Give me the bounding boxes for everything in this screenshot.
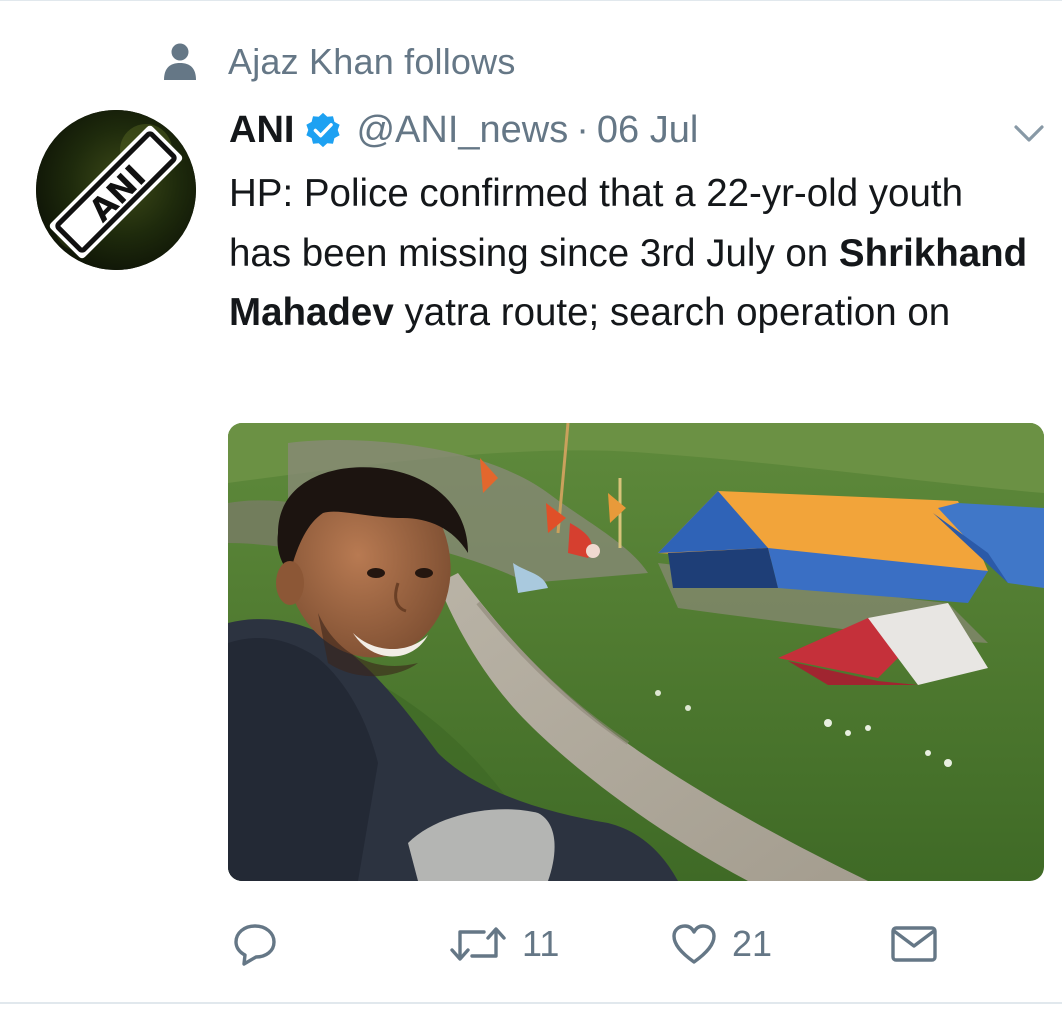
author-name[interactable]: ANI [229,109,294,152]
ani-logo: ANI [36,110,196,270]
retweet-button[interactable]: 11 [448,918,559,970]
tweet-text-part-2: yatra route; search operation on [393,291,951,334]
tweet-photo[interactable] [228,423,1044,881]
tweet-date[interactable]: 06 Jul [597,109,698,152]
social-context-label: Ajaz Khan follows [228,41,516,82]
reply-button[interactable] [232,918,278,970]
tweet-text: HP: Police confirmed that a 22-yr-old yo… [229,164,1029,343]
like-count: 21 [732,923,773,964]
author-handle[interactable]: @ANI_news [356,109,568,152]
heart-icon [672,924,716,964]
top-divider [0,0,1062,1]
direct-message-button[interactable] [890,918,938,970]
social-context: Ajaz Khan follows [162,38,516,86]
retweet-icon [450,927,506,961]
bottom-divider [0,1002,1062,1004]
tweet-header: ANI @ANI_news · 06 Jul [229,104,698,156]
verified-badge-icon [306,112,341,148]
person-icon [164,43,196,80]
like-button[interactable]: 21 [670,918,772,970]
chevron-down-icon[interactable] [1010,118,1048,148]
header-separator: · [576,108,589,151]
retweet-count: 11 [522,923,560,964]
avatar[interactable]: ANI [36,110,196,270]
reply-icon [234,924,276,966]
envelope-icon [891,926,937,962]
